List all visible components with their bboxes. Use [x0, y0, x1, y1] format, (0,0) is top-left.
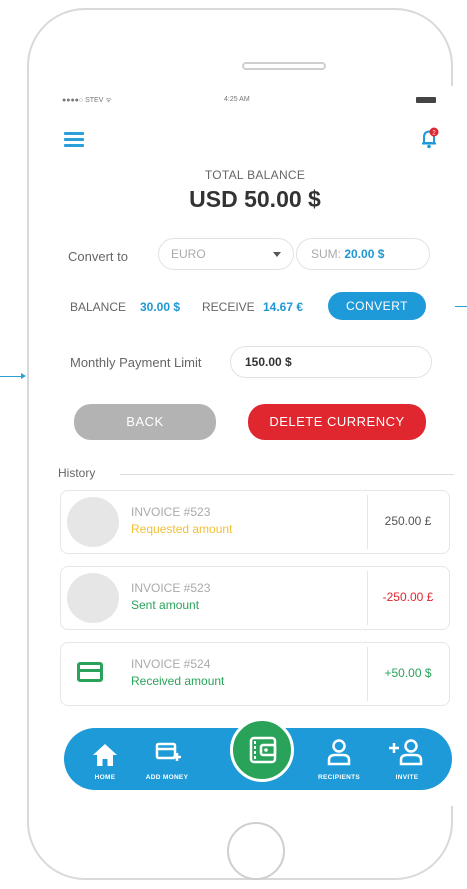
history-title: History	[58, 466, 96, 480]
invoice-amount: -250.00 £	[382, 590, 434, 604]
nav-add-money[interactable]: ADD MONEY	[132, 728, 202, 790]
balance-value: 30.00 $	[140, 300, 181, 314]
status-bar: ●●●●○ STEV ᯤ 4:25 AM	[56, 94, 454, 108]
user-icon	[327, 739, 351, 766]
avatar	[67, 573, 119, 623]
invoice-amount: 250.00 £	[384, 514, 432, 528]
convert-button[interactable]: CONVERT	[328, 292, 426, 320]
add-user-icon	[389, 739, 423, 766]
history-item[interactable]: INVOICE #523 Requested amount 250.00 £	[60, 490, 450, 554]
invoice-number: INVOICE #524	[131, 657, 211, 671]
invoice-subtitle: Sent amount	[131, 598, 200, 612]
invoice-number: INVOICE #523	[131, 581, 211, 595]
receive-value: 14.67 €	[263, 300, 304, 314]
history-divider	[120, 474, 454, 475]
annotation-arrow-left	[0, 373, 26, 379]
sum-value: 20.00 $	[344, 247, 385, 261]
home-hardware-button[interactable]	[227, 822, 285, 880]
home-icon	[93, 744, 117, 766]
sum-label: SUM:	[311, 247, 341, 261]
currency-select-value: EURO	[171, 247, 206, 261]
add-wallet-icon	[155, 742, 181, 761]
app-screen: ●●●●○ STEV ᯤ 4:25 AM 2 TOTAL BALANCE USD…	[56, 86, 454, 806]
history-item[interactable]: INVOICE #523 Sent amount -250.00 £	[60, 566, 450, 630]
nav-home[interactable]: HOME	[70, 728, 140, 790]
delete-currency-button[interactable]: DELETE CURRENCY	[248, 404, 426, 440]
speaker-slot	[242, 62, 326, 70]
nav-recipients-label: RECIPIENTS	[317, 774, 360, 781]
back-button[interactable]: BACK	[74, 404, 216, 440]
avatar	[67, 497, 119, 547]
invoice-amount: +50.00 $	[384, 666, 432, 680]
menu-icon[interactable]	[64, 132, 84, 148]
sum-input[interactable]: SUM: 20.00 $	[296, 238, 430, 270]
nav-add-money-label: ADD MONEY	[145, 774, 189, 781]
wallet-button[interactable]	[230, 718, 294, 782]
credit-card-icon	[77, 662, 103, 682]
chevron-down-icon	[273, 252, 281, 257]
invoice-subtitle: Received amount	[131, 674, 225, 688]
total-balance-label: TOTAL BALANCE	[204, 168, 306, 182]
wallet-icon	[249, 736, 277, 764]
history-item[interactable]: INVOICE #524 Received amount +50.00 $	[60, 642, 450, 706]
carrier-signal: ●●●●○ STEV ᯤ	[62, 97, 112, 104]
invoice-subtitle: Requested amount	[131, 522, 233, 536]
receive-label: RECEIVE	[202, 300, 255, 314]
convert-to-label: Convert to	[68, 249, 128, 264]
total-balance-value: USD 50.00 $	[189, 186, 321, 212]
balance-label: BALANCE	[70, 300, 127, 314]
annotation-line-right	[455, 306, 467, 307]
monthly-limit-input[interactable]: 150.00 $	[230, 346, 432, 378]
nav-invite-label: INVITE	[395, 774, 419, 781]
nav-invite[interactable]: INVITE	[372, 728, 442, 790]
nav-recipients[interactable]: RECIPIENTS	[304, 728, 374, 790]
nav-home-label: HOME	[94, 774, 116, 781]
battery-icon	[416, 97, 436, 103]
status-time: 4:25 AM	[224, 96, 250, 103]
invoice-number: INVOICE #523	[131, 505, 211, 519]
monthly-limit-value: 150.00 $	[245, 355, 292, 369]
monthly-limit-label: Monthly Payment Limit	[70, 355, 202, 370]
notification-bell-icon[interactable]: 2	[418, 126, 442, 150]
currency-select[interactable]: EURO	[158, 238, 294, 270]
